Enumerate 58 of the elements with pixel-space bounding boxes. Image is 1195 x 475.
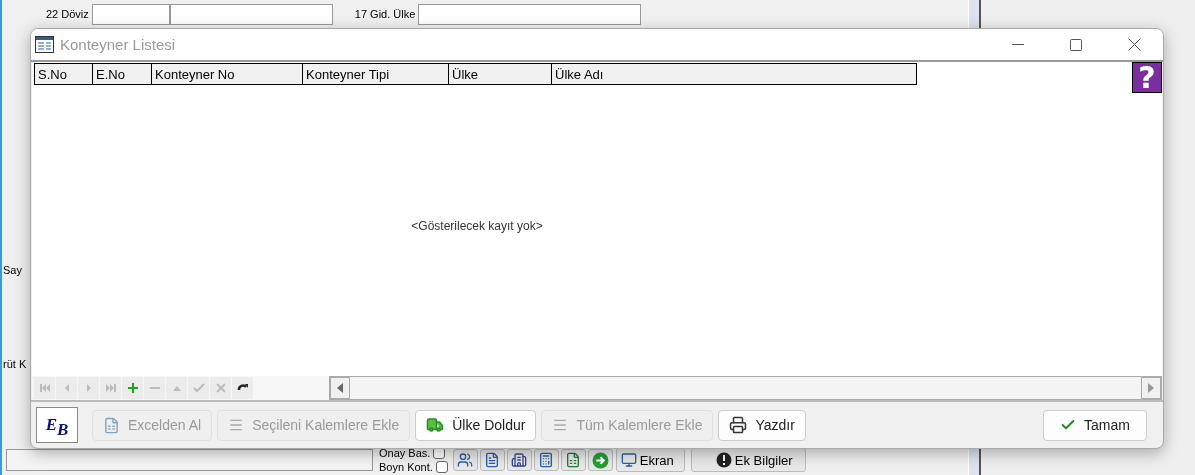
ok-button[interactable]: Tamam <box>1043 409 1147 441</box>
toolbar-button[interactable] <box>560 449 586 471</box>
check-icon <box>192 382 205 394</box>
arrow-circle-icon <box>591 451 609 469</box>
toolbar-button[interactable] <box>533 449 559 471</box>
field-label: rüt K <box>2 358 27 372</box>
window-title: Konteyner Listesi <box>60 36 177 53</box>
building-icon <box>511 452 528 468</box>
column-header[interactable]: S.No <box>34 63 93 85</box>
calculator-icon <box>538 452 555 468</box>
checkbox-label: Boyn Kont. <box>379 460 433 473</box>
field-label: 17 Gid. Ülke <box>354 8 416 20</box>
printer-icon <box>729 416 748 434</box>
plus-icon <box>126 382 139 394</box>
cross-icon <box>214 382 227 394</box>
maximize-icon <box>1070 38 1082 51</box>
field-label: 22 Döviz <box>46 8 89 20</box>
users-icon <box>457 452 474 468</box>
scroll-right-icon <box>1148 383 1154 393</box>
scroll-left-icon <box>337 383 343 393</box>
lines-icon <box>228 417 245 433</box>
table-window-icon <box>35 36 54 53</box>
column-header[interactable]: Konteyner Tipi <box>303 63 449 85</box>
toolbar-button[interactable]: Ekran <box>615 448 685 472</box>
navigator-button[interactable] <box>232 377 253 399</box>
first-record-icon <box>38 382 51 394</box>
column-header[interactable]: Ülke <box>449 63 552 85</box>
toolbar-button[interactable] <box>479 449 505 471</box>
field-label: Say <box>2 264 22 278</box>
column-header[interactable]: Konteyner No <box>152 63 303 85</box>
spreadsheet-icon <box>103 416 120 434</box>
document-icon <box>484 452 501 468</box>
input-field[interactable] <box>91 3 170 25</box>
column-header[interactable]: E.No <box>93 63 152 85</box>
help-button[interactable]: ? <box>1132 62 1162 93</box>
empty-message: <Gösterilecek kayıt yok> <box>411 218 543 233</box>
action-button[interactable]: Yazdır <box>718 409 806 441</box>
last-record-icon <box>104 382 117 394</box>
action-button[interactable]: Ülke Doldur <box>415 409 537 441</box>
horizontal-scrollbar[interactable] <box>329 376 1162 400</box>
input-field[interactable] <box>6 449 373 471</box>
logo[interactable]: EB <box>36 407 78 443</box>
close-icon <box>1127 38 1141 51</box>
toolbar-button[interactable] <box>452 449 478 471</box>
monitor-icon <box>620 452 637 468</box>
spreadsheet-icon <box>565 452 582 468</box>
lines-icon <box>552 417 569 433</box>
toolbar-button[interactable]: Ek Bilgiler <box>690 448 806 472</box>
minimize-icon <box>1012 43 1024 46</box>
truck-icon <box>426 416 445 434</box>
checkbox-label: Onay Bas. <box>379 446 431 459</box>
exclamation-icon <box>715 452 732 468</box>
input-field[interactable] <box>169 3 333 25</box>
checkbox[interactable] <box>435 460 448 473</box>
column-header[interactable]: Ülke Adı <box>552 63 917 85</box>
toolbar-button[interactable] <box>587 449 613 471</box>
input-field[interactable] <box>418 3 642 25</box>
toolbar-button[interactable] <box>506 449 532 471</box>
